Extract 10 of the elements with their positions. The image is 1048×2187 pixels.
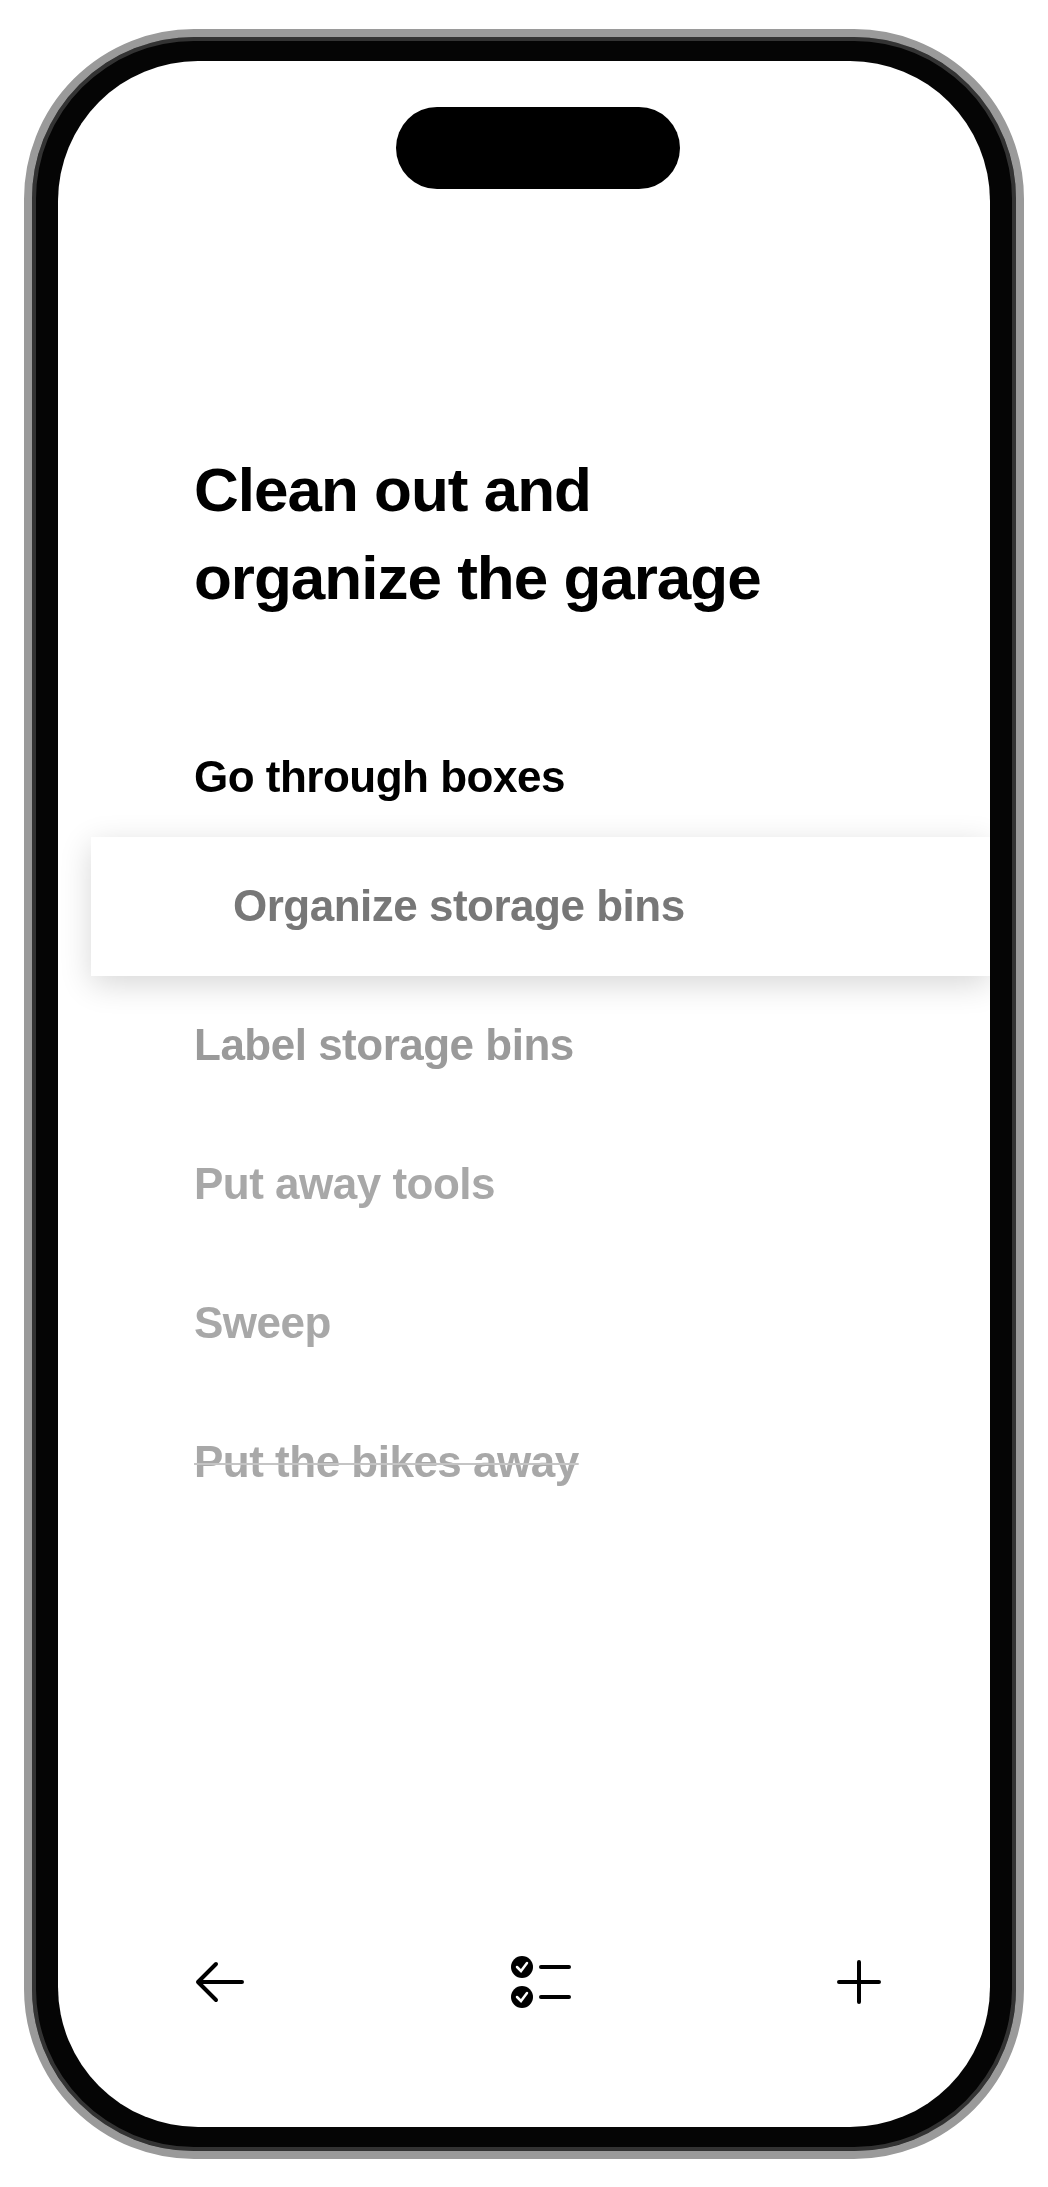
list-title: Clean out and organize the garage <box>193 453 762 614</box>
plus-icon <box>836 1958 882 2005</box>
task-item[interactable]: Label storage bins <box>194 1020 574 1070</box>
task-item[interactable]: Put away tools <box>194 1159 496 1209</box>
dragged-task-card[interactable]: Organize storage bins <box>91 836 990 976</box>
task-item[interactable]: Go through boxes <box>194 751 565 802</box>
task-item[interactable]: Sweep <box>194 1298 331 1348</box>
back-arrow-icon <box>194 1959 246 2004</box>
task-item[interactable]: Organize storage bins <box>233 881 685 931</box>
checklist-icon <box>510 1954 572 2009</box>
